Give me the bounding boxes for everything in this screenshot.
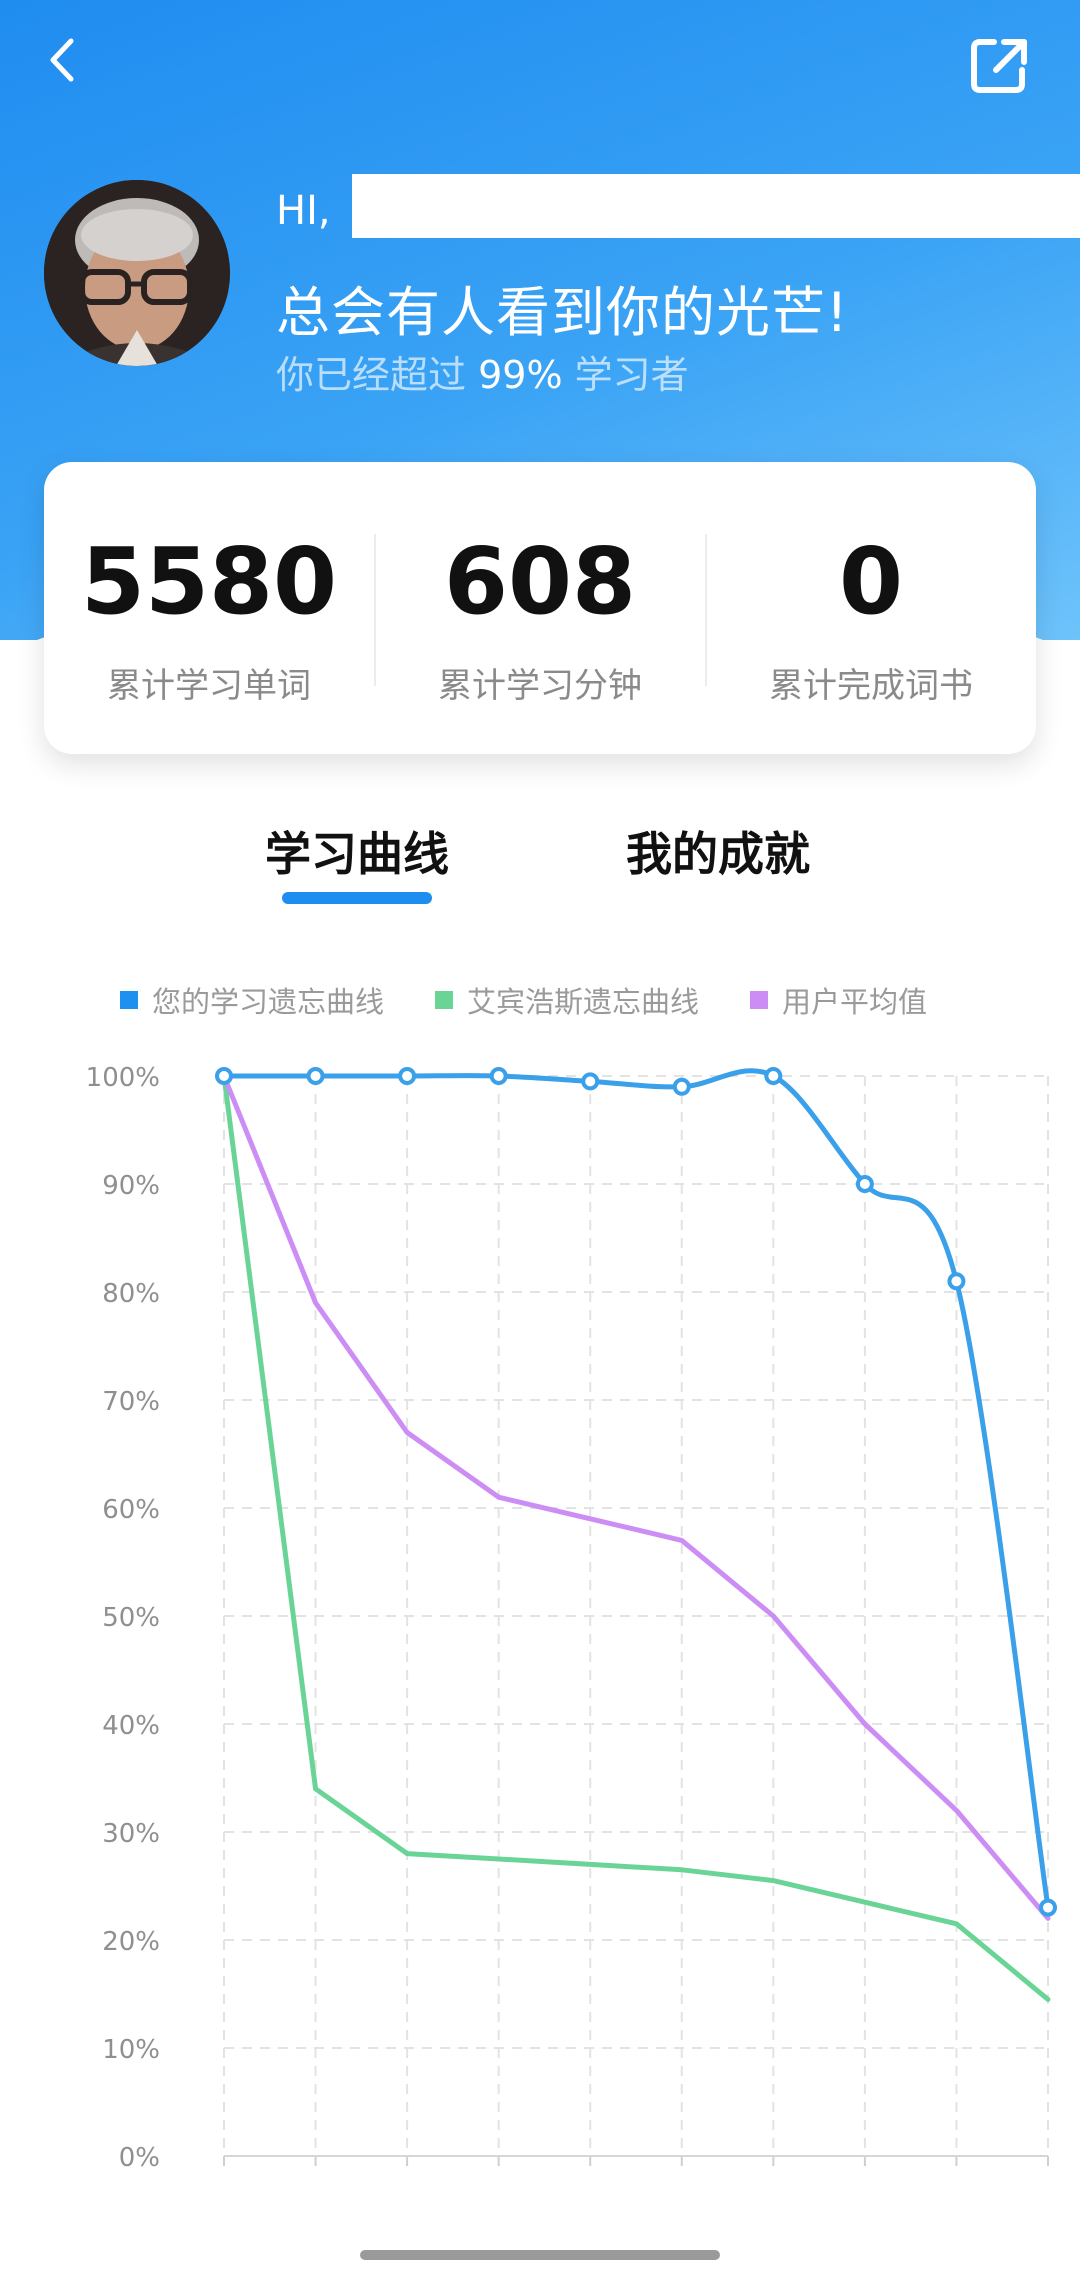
- stat-label: 累计学习分钟: [438, 666, 642, 706]
- legend-swatch: [750, 991, 768, 1009]
- rank-line: 你已经超过 99% 学习者: [276, 344, 689, 399]
- y-tick-label: 40%: [102, 1711, 160, 1741]
- stat-words: 5580 累计学习单词: [44, 462, 374, 754]
- data-point-user: [398, 1067, 417, 1085]
- legend-label: 艾宾浩斯遗忘曲线: [467, 985, 700, 1019]
- legend-item-user[interactable]: 您的学习遗忘曲线: [120, 980, 384, 1020]
- legend-item-ebbinghaus[interactable]: 艾宾浩斯遗忘曲线: [435, 980, 699, 1020]
- username-redacted: [352, 174, 1080, 238]
- y-tick-label: 80%: [102, 1279, 160, 1309]
- stat-minutes: 608 累计学习分钟: [375, 462, 705, 754]
- y-tick-label: 100%: [86, 1063, 160, 1093]
- slogan: 总会有人看到你的光芒!: [276, 281, 849, 344]
- y-tick-label: 70%: [102, 1387, 160, 1417]
- y-tick-label: 30%: [102, 1819, 160, 1849]
- tab-active-indicator: [282, 892, 432, 904]
- chevron-left-icon: [50, 38, 74, 82]
- data-point-user: [489, 1067, 508, 1085]
- legend-label: 用户平均值: [782, 985, 928, 1019]
- data-point-user: [947, 1272, 966, 1291]
- avatar-image: [44, 180, 230, 366]
- legend-item-average[interactable]: 用户平均值: [750, 980, 927, 1020]
- tab-achievements[interactable]: 我的成就: [626, 818, 810, 884]
- series-line-ebbinghaus: [221, 1073, 1051, 2002]
- legend-label: 您的学习遗忘曲线: [152, 985, 385, 1019]
- y-tick-label: 20%: [102, 1927, 160, 1957]
- rank-percent: 99%: [478, 353, 563, 397]
- data-point-user: [306, 1067, 325, 1085]
- data-point-user: [1039, 1898, 1057, 1917]
- legend-swatch: [435, 991, 453, 1009]
- home-indicator[interactable]: [360, 2250, 720, 2260]
- stat-value: 5580: [80, 528, 338, 635]
- tab-learning-curve[interactable]: 学习曲线: [265, 818, 449, 884]
- share-icon: [971, 39, 1027, 93]
- legend-swatch: [120, 991, 138, 1009]
- rank-prefix: 你已经超过: [276, 353, 467, 397]
- stat-value: 0: [838, 528, 903, 635]
- stat-value: 608: [443, 528, 637, 635]
- y-tick-label: 10%: [102, 2035, 160, 2065]
- stat-label: 累计学习单词: [107, 666, 311, 706]
- stat-label: 累计完成词书: [769, 666, 973, 706]
- data-point-user: [764, 1067, 783, 1085]
- data-point-user: [215, 1067, 233, 1085]
- stats-card: 5580 累计学习单词 608 累计学习分钟 0 累计完成词书: [44, 462, 1036, 754]
- series-line-average: [221, 1073, 1051, 1921]
- rank-suffix: 学习者: [574, 353, 689, 397]
- greeting: HI,: [276, 188, 331, 234]
- avatar[interactable]: [44, 180, 230, 366]
- share-button[interactable]: [968, 34, 1030, 96]
- stat-books: 0 累计完成词书: [706, 462, 1036, 754]
- forgetting-curve-chart: 0% 10% 20% 30% 40% 50% 60% 70% 80% 90% 100%: [86, 1063, 1057, 2173]
- back-button[interactable]: [40, 30, 84, 90]
- data-point-user: [672, 1077, 691, 1096]
- y-tick-label: 50%: [102, 1603, 160, 1633]
- data-point-user: [581, 1072, 600, 1091]
- data-point-user: [855, 1175, 874, 1193]
- y-tick-label: 90%: [102, 1171, 160, 1201]
- y-tick-label: 60%: [102, 1495, 160, 1525]
- y-tick-label: 0%: [119, 2143, 160, 2173]
